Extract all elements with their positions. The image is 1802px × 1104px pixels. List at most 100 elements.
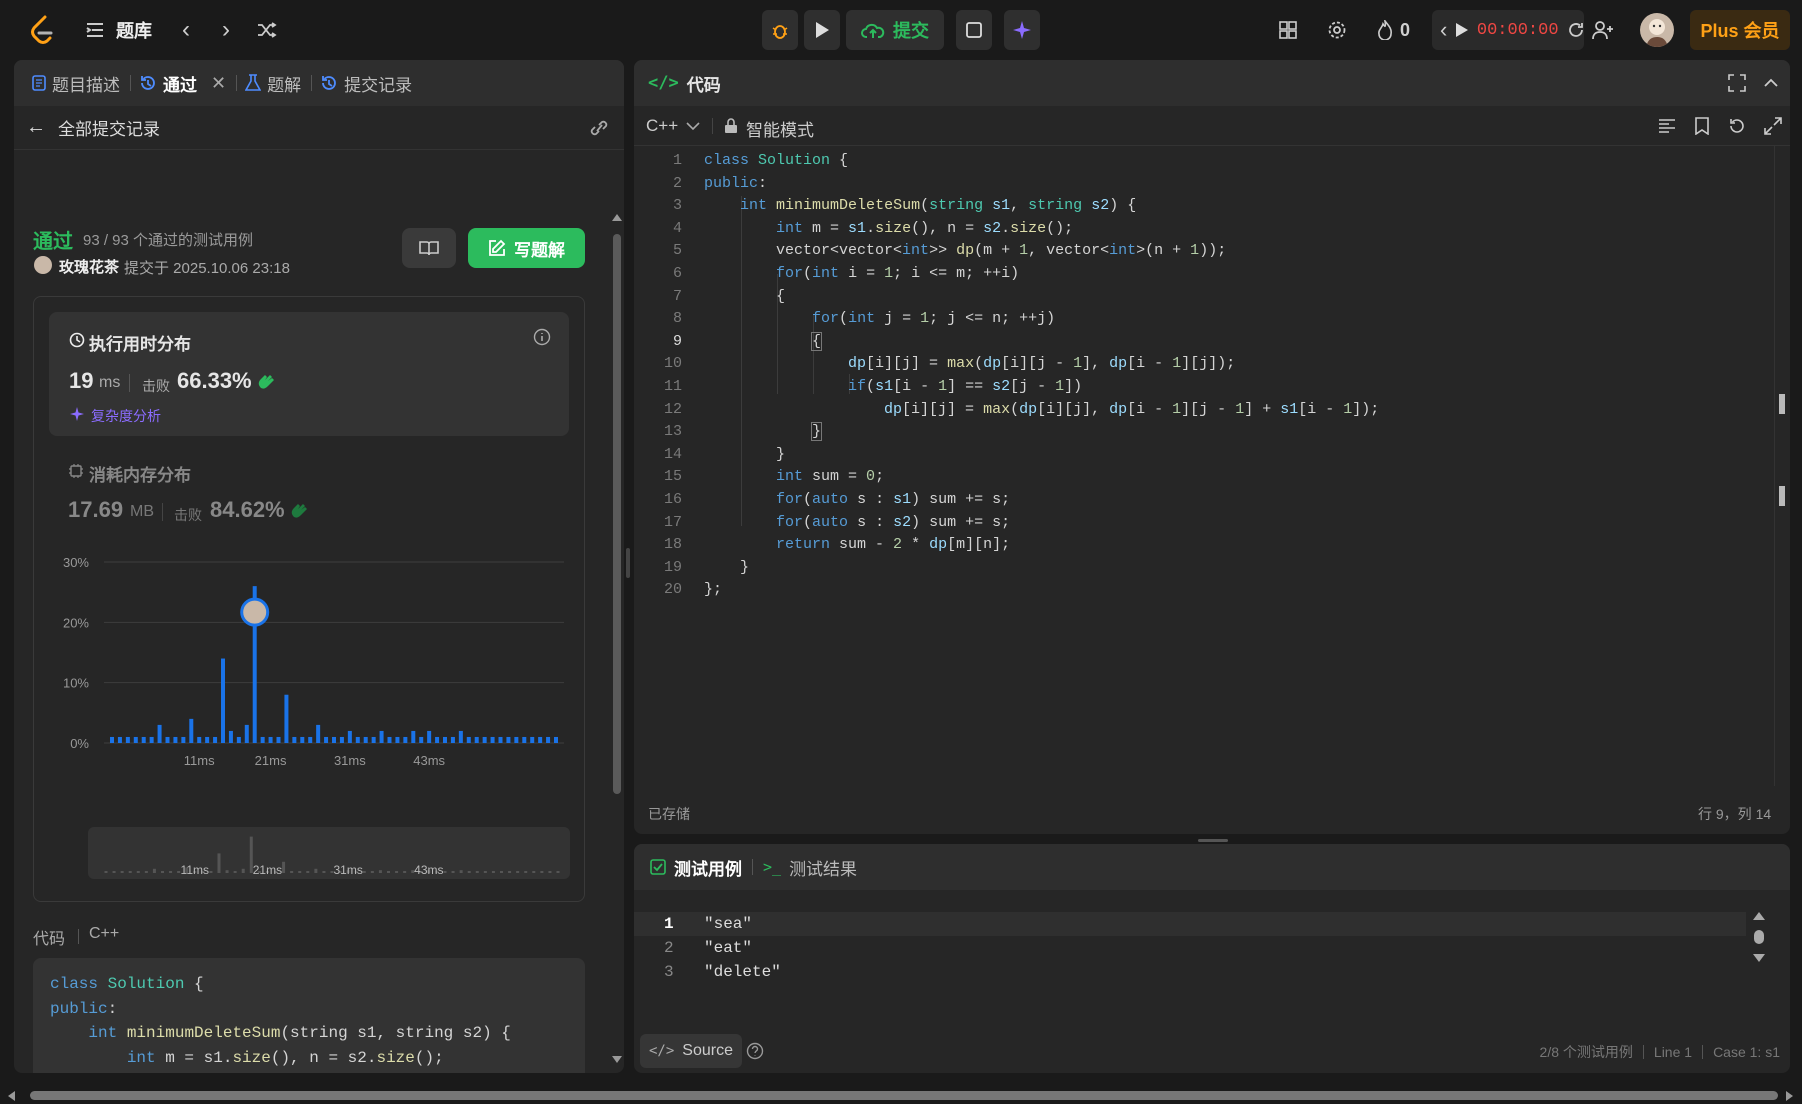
mini-x-tick-label: 43ms <box>414 863 443 877</box>
bookmark-icon[interactable] <box>1694 117 1710 135</box>
problem-bank-link[interactable]: 题库 <box>116 14 152 46</box>
submit-label: 提交 <box>893 21 929 41</box>
source-button[interactable]: </> Source <box>640 1034 742 1068</box>
all-submissions-link[interactable]: 全部提交记录 <box>58 115 160 140</box>
tab-accepted[interactable]: 通过 ✕ <box>139 71 226 96</box>
mini-bar <box>169 871 173 873</box>
reset-icon[interactable] <box>1728 117 1746 135</box>
scroll-up-icon[interactable] <box>1753 912 1765 920</box>
code-section-label: 代码 <box>33 931 66 948</box>
scroll-down-icon[interactable] <box>612 1056 622 1063</box>
mini-bar <box>362 871 366 873</box>
language-select[interactable]: C++ <box>646 116 700 136</box>
mini-bar <box>475 871 479 873</box>
divider <box>311 75 313 91</box>
submitter-name[interactable]: 玫瑰花茶 <box>59 256 119 277</box>
timer-prev-icon[interactable]: ‹ <box>1440 17 1447 43</box>
add-friend-icon[interactable] <box>1588 14 1618 46</box>
input-line: "eat" <box>704 939 753 957</box>
notebook-button[interactable] <box>402 228 456 268</box>
chart-bar <box>522 736 527 743</box>
mini-x-tick-label: 31ms <box>333 863 362 877</box>
runtime-card[interactable]: 执行用时分布 19 ms 击败 66.33% 复杂度分析 <box>49 312 569 436</box>
left-scrollbar[interactable] <box>610 150 624 1073</box>
scroll-thumb[interactable] <box>30 1091 1778 1100</box>
submitted-code: class Solution { public: int minimumDele… <box>50 975 511 1067</box>
flask-icon <box>245 74 262 91</box>
chart-bar <box>213 736 218 743</box>
note-icon[interactable] <box>956 10 992 50</box>
timer-value: 00:00:00 <box>1476 20 1559 40</box>
write-solution-button[interactable]: 写题解 <box>468 228 585 268</box>
tab-description[interactable]: 题目描述 <box>32 71 120 96</box>
testcase-input[interactable]: 1 2 3 "sea" "eat" "delete" <box>634 912 1774 992</box>
tab-testcases[interactable]: 测试用例 <box>674 855 742 880</box>
next-problem-icon[interactable]: › <box>214 14 238 46</box>
scroll-thumb[interactable] <box>613 234 621 794</box>
chart-bar <box>268 736 273 743</box>
user-avatar[interactable] <box>1640 13 1674 47</box>
scroll-down-icon[interactable] <box>1753 954 1765 962</box>
tab-submissions[interactable]: 提交记录 <box>320 71 412 96</box>
mini-bar <box>451 871 455 873</box>
testcase-scrollbar[interactable] <box>1750 912 1768 972</box>
back-bar: ← 全部提交记录 <box>14 106 624 150</box>
complexity-analysis-link[interactable]: 复杂度分析 <box>91 406 161 426</box>
close-tab-icon[interactable]: ✕ <box>211 73 226 94</box>
chart-bar <box>300 736 305 743</box>
editor-header: </> 代码 <box>634 60 1790 106</box>
chart-bar <box>141 736 146 743</box>
layout-icon[interactable] <box>1276 14 1300 46</box>
run-icon[interactable] <box>804 10 840 50</box>
collapse-icon[interactable] <box>1762 74 1780 92</box>
scroll-right-icon[interactable] <box>1786 1091 1793 1101</box>
code-editor-panel: </> 代码 C++ 智能模式 1 2 3 4 5 6 7 8 9 10 11 12 13 14 15 16 1… <box>634 60 1790 834</box>
smart-mode[interactable]: 智能模式 <box>746 116 814 141</box>
format-icon[interactable] <box>1658 118 1676 134</box>
range-navigator[interactable]: 11ms 21ms 31ms 43ms <box>88 827 570 879</box>
input-line: "sea" <box>704 915 753 933</box>
vertical-resize-handle[interactable] <box>1198 839 1228 842</box>
ai-sparkle-icon[interactable] <box>1004 10 1040 50</box>
chart-bar <box>419 736 424 743</box>
plus-member-button[interactable]: Plus 会员 <box>1690 10 1790 50</box>
fullscreen-icon[interactable] <box>1728 74 1746 92</box>
list-icon[interactable] <box>84 14 106 46</box>
panel-resize-handle[interactable] <box>626 548 630 578</box>
scroll-up-icon[interactable] <box>612 214 622 221</box>
settings-gear-icon[interactable] <box>1324 14 1350 46</box>
source-label: Source <box>682 1042 733 1059</box>
runtime-distribution-chart[interactable]: 0% 10% 20% 30% 11ms 21ms 31ms 43ms <box>34 537 586 817</box>
code-editor[interactable]: 1 2 3 4 5 6 7 8 9 10 11 12 13 14 15 16 17 18 19 20 class So… <box>634 146 1774 786</box>
timer-reset-icon[interactable] <box>1567 21 1584 39</box>
prev-problem-icon[interactable]: ‹ <box>174 14 198 46</box>
line-number: 13 <box>663 423 682 441</box>
back-arrow-icon[interactable]: ← <box>26 116 46 139</box>
y-tick-label: 30% <box>63 555 89 570</box>
scroll-left-icon[interactable] <box>8 1091 15 1101</box>
expand-icon[interactable] <box>1764 117 1782 135</box>
mini-bar <box>403 871 407 873</box>
submit-button[interactable]: 提交 <box>846 10 944 50</box>
help-icon[interactable] <box>746 1042 764 1060</box>
link-icon[interactable] <box>588 118 610 138</box>
editor-code[interactable]: class Solution { public: int minimumDele… <box>704 150 1379 602</box>
tab-solutions[interactable]: 题解 <box>245 71 301 96</box>
code-icon: </> <box>648 73 679 93</box>
horizontal-scrollbar[interactable] <box>0 1086 1802 1104</box>
testcase-tabs: 测试用例 >_ 测试结果 <box>634 844 1790 890</box>
debug-icon[interactable] <box>762 10 798 50</box>
scroll-thumb[interactable] <box>1754 930 1764 944</box>
memory-title[interactable]: 消耗内存分布 <box>89 461 191 486</box>
chart-bar <box>355 736 360 743</box>
leetcode-logo-icon[interactable] <box>24 12 60 48</box>
chart-bar <box>157 724 162 743</box>
streak-count: 0 <box>1400 19 1411 40</box>
mini-bar <box>217 853 221 873</box>
editor-scrollbar[interactable] <box>1774 146 1788 786</box>
timer-play-icon[interactable] <box>1455 22 1469 38</box>
edit-icon <box>489 239 506 256</box>
tab-test-result[interactable]: 测试结果 <box>789 855 857 880</box>
info-icon[interactable] <box>533 328 551 346</box>
shuffle-icon[interactable] <box>254 14 280 46</box>
